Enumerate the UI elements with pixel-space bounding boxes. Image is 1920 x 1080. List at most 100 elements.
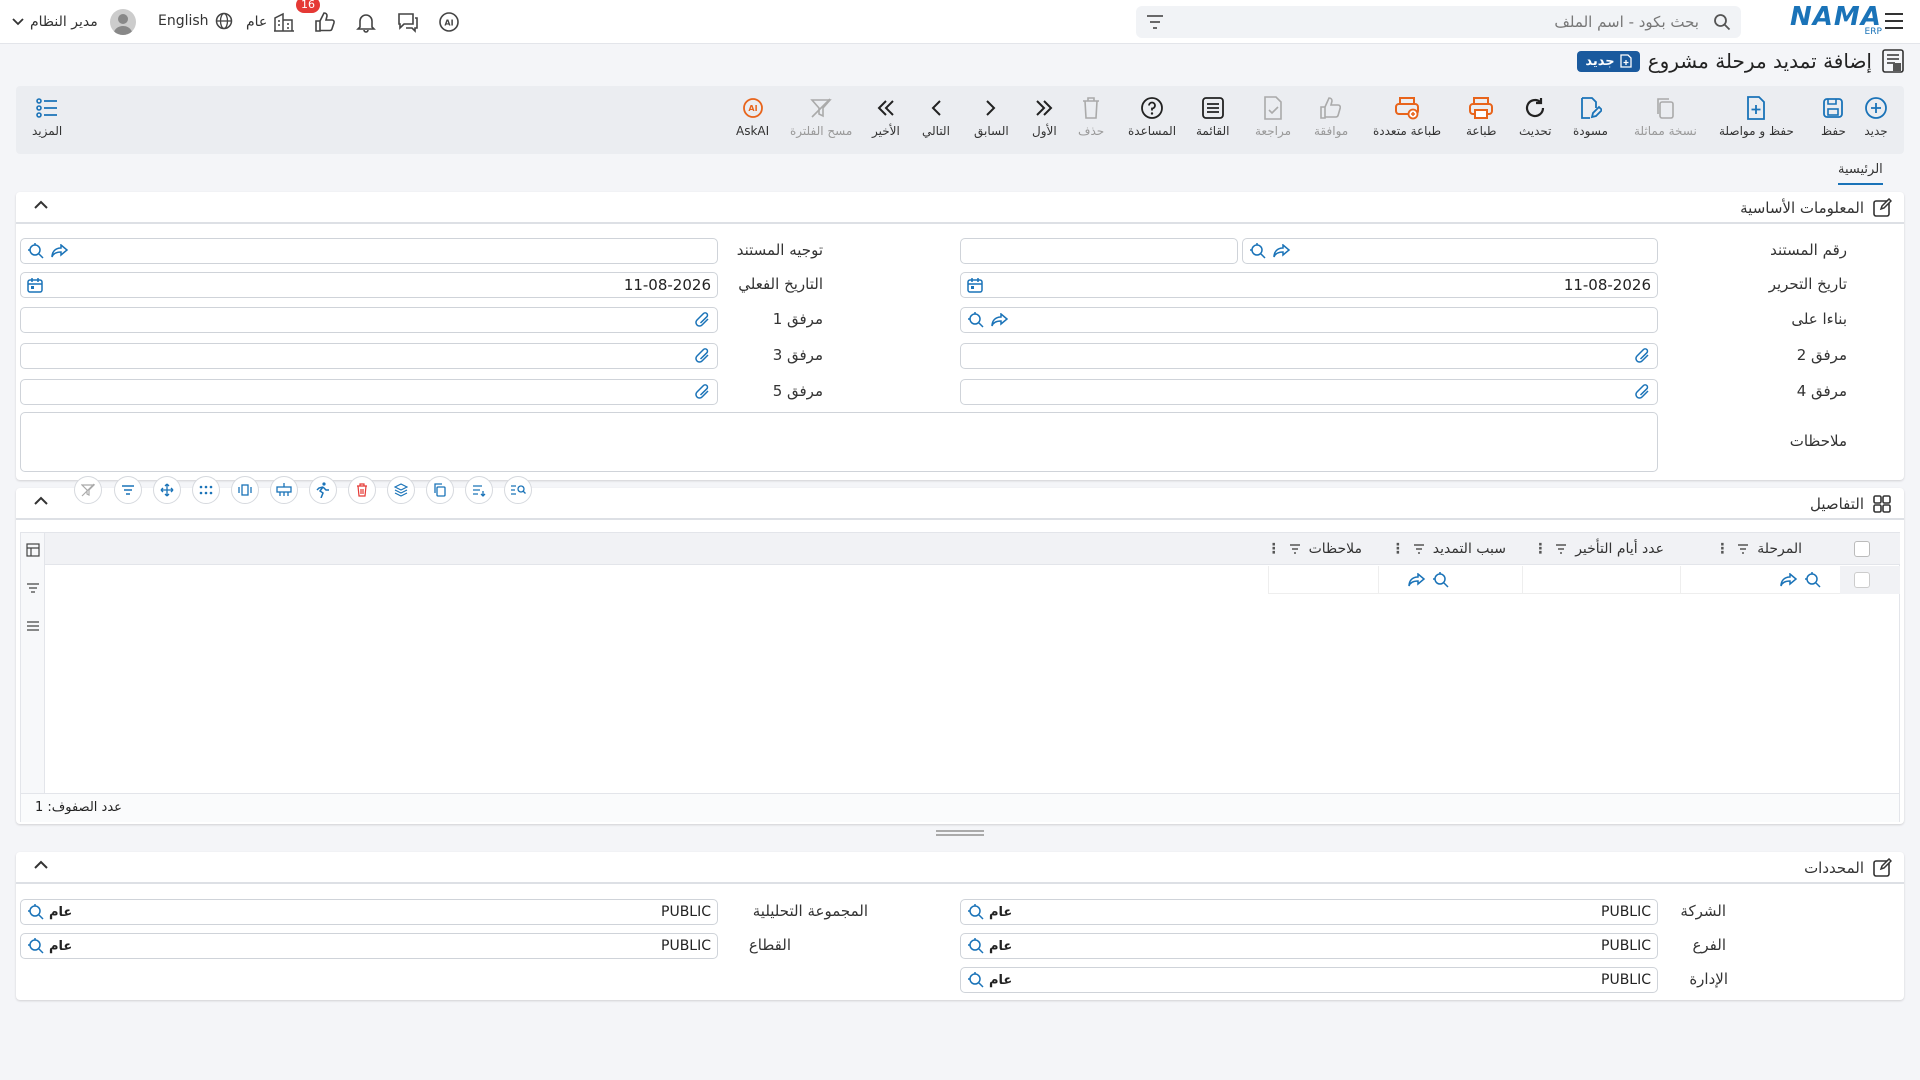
share-icon: [1780, 573, 1798, 587]
row-checkbox[interactable]: [1854, 572, 1870, 588]
run-icon[interactable]: [309, 476, 337, 504]
top-bar: NAMA ERP AI 16 عام English مدير النظام: [0, 0, 1920, 44]
duplicate-button[interactable]: نسخة مماثلة: [1634, 96, 1697, 138]
resize-handle[interactable]: [936, 830, 984, 836]
approve-button[interactable]: موافقة: [1314, 96, 1348, 138]
first-button[interactable]: الأول: [1032, 96, 1057, 138]
attach5-field[interactable]: [20, 379, 718, 405]
column-phase[interactable]: المرحلة ⋮: [1715, 541, 1802, 557]
delete-row-icon[interactable]: [348, 476, 376, 504]
chat-icon[interactable]: [396, 11, 420, 33]
collapse-icon[interactable]: [34, 860, 48, 869]
language-selector[interactable]: English: [158, 12, 233, 30]
clear-filter-icon[interactable]: [74, 476, 102, 504]
doc-number-extra-field[interactable]: [960, 238, 1238, 264]
column-phase-label: المرحلة: [1757, 541, 1802, 557]
approvals-icon[interactable]: [314, 11, 336, 33]
dots-grid-icon[interactable]: [192, 476, 220, 504]
sector-value: PUBLIC: [661, 938, 711, 954]
insert-row-icon[interactable]: [270, 476, 298, 504]
column-extension-reason[interactable]: سبب التمديد ⋮: [1391, 541, 1506, 557]
doc-direction-field[interactable]: [20, 238, 718, 264]
user-menu[interactable]: مدير النظام: [12, 9, 136, 35]
filter-icon: [1413, 544, 1424, 554]
bell-icon[interactable]: [355, 11, 377, 33]
filter-icon[interactable]: [26, 583, 40, 593]
lookup-icon: [968, 938, 984, 954]
help-button[interactable]: المساعدة: [1128, 96, 1176, 138]
print-button[interactable]: طباعة: [1466, 96, 1496, 138]
analytic-group-field[interactable]: PUBLIC عام: [20, 899, 718, 925]
column-menu-icon[interactable]: ⋮: [1533, 541, 1547, 557]
search-icon[interactable]: [1713, 13, 1731, 31]
askai-button[interactable]: AI AskAI: [736, 96, 769, 138]
duplicate-label: نسخة مماثلة: [1634, 124, 1697, 138]
paperclip-icon: [695, 348, 709, 363]
attach3-field[interactable]: [20, 343, 718, 369]
new-button[interactable]: جديد: [1864, 96, 1888, 138]
new-doc-icon: [1620, 54, 1632, 68]
context-selector[interactable]: عام: [246, 12, 295, 32]
edit-date-field[interactable]: 11-08-2026: [960, 272, 1658, 298]
multi-print-button[interactable]: طباعة متعددة: [1373, 96, 1441, 138]
attach4-field[interactable]: [960, 379, 1658, 405]
next-button[interactable]: التالي: [922, 96, 950, 138]
last-button[interactable]: الأخير: [872, 96, 900, 138]
layers-icon[interactable]: [387, 476, 415, 504]
move-icon[interactable]: [153, 476, 181, 504]
attach2-field[interactable]: [960, 343, 1658, 369]
cell-phase[interactable]: [1680, 566, 1838, 594]
previous-button[interactable]: السابق: [974, 96, 1009, 138]
more-button[interactable]: المزيد: [32, 96, 62, 138]
paperclip-icon: [1635, 348, 1649, 363]
review-button[interactable]: مراجعة: [1255, 96, 1291, 138]
actual-date-field[interactable]: 11-08-2026: [20, 272, 718, 298]
department-tag: عام: [989, 972, 1013, 988]
cell-notes[interactable]: [1268, 566, 1378, 594]
save-continue-button[interactable]: حفظ و مواصلة: [1719, 96, 1794, 138]
column-delay-days[interactable]: عدد أيام التأخير ⋮: [1533, 541, 1664, 557]
cell-delay-days[interactable]: [1522, 566, 1680, 594]
columns-icon[interactable]: [231, 476, 259, 504]
search-box[interactable]: [1136, 6, 1741, 38]
sort-add-icon[interactable]: [465, 476, 493, 504]
filter-icon[interactable]: [114, 476, 142, 504]
ai-icon[interactable]: AI: [438, 11, 462, 33]
double-chevron-left-icon: [877, 100, 894, 116]
department-field[interactable]: PUBLIC عام: [960, 967, 1658, 993]
menu-icon[interactable]: [1884, 12, 1904, 30]
branch-field[interactable]: PUBLIC عام: [960, 933, 1658, 959]
save-button[interactable]: حفظ: [1821, 96, 1846, 138]
search-input[interactable]: [1174, 7, 1705, 37]
doc-number-field[interactable]: [1242, 238, 1658, 264]
list-button[interactable]: القائمة: [1196, 96, 1229, 138]
select-all-checkbox[interactable]: [1854, 541, 1870, 557]
delete-button[interactable]: حذف: [1078, 96, 1104, 138]
column-menu-icon[interactable]: ⋮: [1267, 541, 1281, 557]
company-field[interactable]: PUBLIC عام: [960, 899, 1658, 925]
basic-info-title: المعلومات الأساسية: [1740, 199, 1864, 217]
notes-textarea[interactable]: [20, 412, 1658, 472]
column-notes[interactable]: ملاحظات ⋮: [1267, 541, 1362, 557]
based-on-field[interactable]: [960, 307, 1658, 333]
attach1-field[interactable]: [20, 307, 718, 333]
collapse-icon[interactable]: [34, 496, 48, 505]
sector-field[interactable]: PUBLIC عام: [20, 933, 718, 959]
cell-extension-reason[interactable]: [1378, 566, 1522, 594]
refresh-button[interactable]: تحديث: [1519, 96, 1552, 138]
double-chevron-right-icon: [1036, 100, 1053, 116]
plus-circle-icon: [1865, 97, 1887, 119]
paperclip-icon: [1635, 384, 1649, 399]
table-settings-icon[interactable]: [26, 543, 40, 557]
tab-main[interactable]: الرئيسية: [1838, 162, 1883, 185]
copy-row-icon[interactable]: [426, 476, 454, 504]
details-grid: المرحلة ⋮ عدد أيام التأخير ⋮ سبب التمديد…: [20, 532, 1900, 822]
collapse-icon[interactable]: [34, 200, 48, 209]
column-menu-icon[interactable]: ⋮: [1391, 541, 1405, 557]
menu-icon[interactable]: [26, 621, 40, 631]
draft-button[interactable]: مسودة: [1573, 96, 1608, 138]
search-rows-icon[interactable]: [504, 476, 532, 504]
filter-icon[interactable]: [1146, 15, 1164, 29]
column-menu-icon[interactable]: ⋮: [1715, 541, 1729, 557]
clear-filter-button[interactable]: مسح الفلترة: [790, 96, 852, 138]
